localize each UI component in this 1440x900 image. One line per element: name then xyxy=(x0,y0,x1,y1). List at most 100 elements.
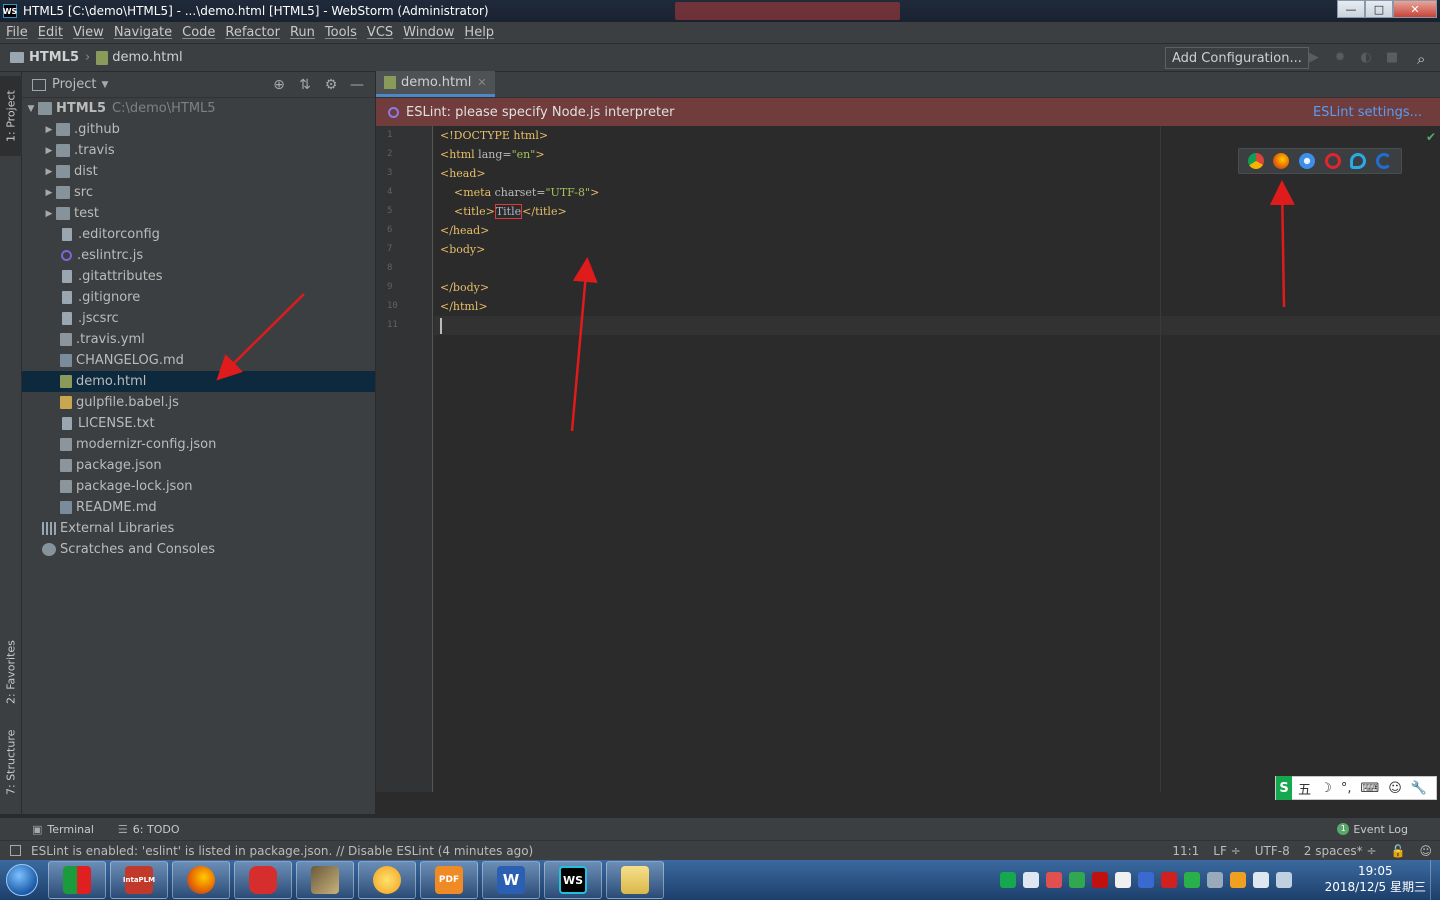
sogou-logo-icon[interactable]: S xyxy=(1276,776,1293,800)
tree-folder-src[interactable]: ▶ src xyxy=(22,182,375,203)
taskbar-app[interactable] xyxy=(606,861,664,899)
tree-folder-travis[interactable]: ▶ .travis xyxy=(22,140,375,161)
qq-tray-icon[interactable] xyxy=(1230,872,1246,888)
minimize-button[interactable]: — xyxy=(1337,0,1365,18)
monitor-icon[interactable] xyxy=(1276,872,1292,888)
code-line[interactable]: </head> xyxy=(434,221,1440,240)
taskbar-app[interactable] xyxy=(234,861,292,899)
collapsed-arrow-icon[interactable]: ▶ xyxy=(42,167,56,177)
tray-app-icon[interactable] xyxy=(1092,872,1108,888)
menu-file[interactable]: File xyxy=(6,25,28,40)
line-separator-selector[interactable]: LF ÷ xyxy=(1213,844,1240,858)
indent-selector[interactable]: 2 spaces* ÷ xyxy=(1304,844,1377,858)
tree-folder-test[interactable]: ▶ test xyxy=(22,203,375,224)
close-button[interactable]: ✕ xyxy=(1393,0,1437,18)
moon-icon[interactable]: ☽ xyxy=(1320,781,1332,796)
wrench-icon[interactable]: 🔧 xyxy=(1411,781,1427,796)
tray-app-icon[interactable] xyxy=(1046,872,1062,888)
punctuation-icon[interactable]: °, xyxy=(1341,781,1352,796)
tray-app-icon[interactable] xyxy=(1207,872,1223,888)
tree-root[interactable]: ▼ HTML5 C:\demo\HTML5 xyxy=(22,98,375,119)
menu-vcs[interactable]: VCS xyxy=(367,25,393,40)
menu-help[interactable]: Help xyxy=(464,25,494,40)
tree-file[interactable]: .gitattributes xyxy=(22,266,375,287)
collapsed-arrow-icon[interactable]: ▶ xyxy=(42,188,56,198)
tree-file[interactable]: .gitignore xyxy=(22,287,375,308)
memory-indicator-icon[interactable]: ☺ xyxy=(1419,844,1432,858)
toggle-tool-windows-icon[interactable] xyxy=(10,845,21,856)
caret-position[interactable]: 11:1 xyxy=(1172,844,1199,858)
tool-tab-terminal[interactable]: ▣ Terminal xyxy=(32,823,94,836)
firefox-icon[interactable] xyxy=(1273,153,1290,169)
collapsed-arrow-icon[interactable]: ▶ xyxy=(42,146,56,156)
code-line[interactable]: <!DOCTYPE html> xyxy=(434,126,1440,145)
tree-external-libraries[interactable]: External Libraries xyxy=(22,518,375,539)
tab-demo-html[interactable]: demo.html ✕ xyxy=(376,71,495,97)
tree-file[interactable]: package.json xyxy=(22,455,375,476)
ime-mode[interactable]: 五 xyxy=(1298,779,1311,798)
run-icon[interactable]: ▶ xyxy=(1306,50,1322,66)
taskbar-app[interactable] xyxy=(296,861,354,899)
menu-navigate[interactable]: Navigate xyxy=(114,25,172,40)
safari-icon[interactable] xyxy=(1299,153,1316,169)
menu-edit[interactable]: Edit xyxy=(38,25,63,40)
tray-app-icon[interactable] xyxy=(1161,872,1177,888)
inspection-ok-icon[interactable]: ✔ xyxy=(1426,130,1436,144)
chrome-icon[interactable] xyxy=(1247,153,1264,169)
opera-icon[interactable] xyxy=(1324,153,1341,169)
code-line[interactable] xyxy=(434,259,1440,278)
chevron-down-icon[interactable]: ▼ xyxy=(101,80,108,90)
collapse-all-icon[interactable]: ⇅ xyxy=(297,77,313,93)
tree-file[interactable]: LICENSE.txt xyxy=(22,413,375,434)
tree-file[interactable]: package-lock.json xyxy=(22,476,375,497)
breadcrumb-file[interactable]: demo.html xyxy=(112,50,182,65)
tray-app-icon[interactable] xyxy=(1115,872,1131,888)
tool-tab-structure[interactable]: 7: Structure xyxy=(0,722,22,802)
sogou-tray-icon[interactable] xyxy=(1000,872,1016,888)
taskbar-app[interactable]: W xyxy=(482,861,540,899)
tree-scratches[interactable]: Scratches and Consoles xyxy=(22,539,375,560)
user-icon[interactable]: ☺ xyxy=(1388,781,1402,796)
menu-window[interactable]: Window xyxy=(403,25,454,40)
status-message[interactable]: ESLint is enabled: 'eslint' is listed in… xyxy=(31,844,533,858)
close-tab-icon[interactable]: ✕ xyxy=(477,76,486,89)
tool-tab-todo[interactable]: ☰ 6: TODO xyxy=(118,823,180,836)
shield-icon[interactable] xyxy=(1138,872,1154,888)
collapsed-arrow-icon[interactable]: ▶ xyxy=(42,209,56,219)
locate-file-icon[interactable]: ⊕ xyxy=(271,77,287,93)
code-line[interactable]: <body> xyxy=(434,240,1440,259)
volume-icon[interactable] xyxy=(1253,872,1269,888)
start-button[interactable] xyxy=(0,860,44,900)
tray-app-icon[interactable] xyxy=(1069,872,1085,888)
taskbar-app[interactable]: IntaPLM xyxy=(110,861,168,899)
tree-file[interactable]: modernizr-config.json xyxy=(22,434,375,455)
keyboard-icon[interactable]: ⌨ xyxy=(1360,781,1379,796)
menu-tools[interactable]: Tools xyxy=(325,25,357,40)
tree-file-selected[interactable]: demo.html xyxy=(22,371,375,392)
menu-view[interactable]: View xyxy=(73,25,104,40)
search-everywhere-icon[interactable]: ⌕ xyxy=(1417,50,1425,68)
menu-code[interactable]: Code xyxy=(182,25,215,40)
network-icon[interactable] xyxy=(1023,872,1039,888)
tree-folder-github[interactable]: ▶ .github xyxy=(22,119,375,140)
gear-icon[interactable]: ⚙ xyxy=(323,77,339,93)
ie-icon[interactable] xyxy=(1350,153,1367,169)
code-line[interactable]: </body> xyxy=(434,278,1440,297)
show-desktop-button[interactable] xyxy=(1430,860,1440,900)
taskbar-app-active[interactable]: WS xyxy=(544,861,602,899)
tree-file[interactable]: .editorconfig xyxy=(22,224,375,245)
tool-tab-favorites[interactable]: 2: Favorites xyxy=(0,632,22,712)
menu-run[interactable]: Run xyxy=(290,25,315,40)
coverage-icon[interactable]: ◐ xyxy=(1358,50,1374,66)
code-line-current[interactable] xyxy=(434,316,1440,335)
debug-icon[interactable]: ✹ xyxy=(1332,50,1348,66)
taskbar-app[interactable] xyxy=(358,861,416,899)
tree-file[interactable]: .eslintrc.js xyxy=(22,245,375,266)
code-line[interactable]: </html> xyxy=(434,297,1440,316)
taskbar-app[interactable] xyxy=(172,861,230,899)
tree-file[interactable]: README.md xyxy=(22,497,375,518)
tree-folder-dist[interactable]: ▶ dist xyxy=(22,161,375,182)
code-line[interactable]: <meta charset="UTF-8"> xyxy=(434,183,1440,202)
breadcrumb-project[interactable]: HTML5 xyxy=(29,50,79,65)
code-editor[interactable]: <!DOCTYPE html> <html lang="en"> <head> … xyxy=(434,126,1440,792)
